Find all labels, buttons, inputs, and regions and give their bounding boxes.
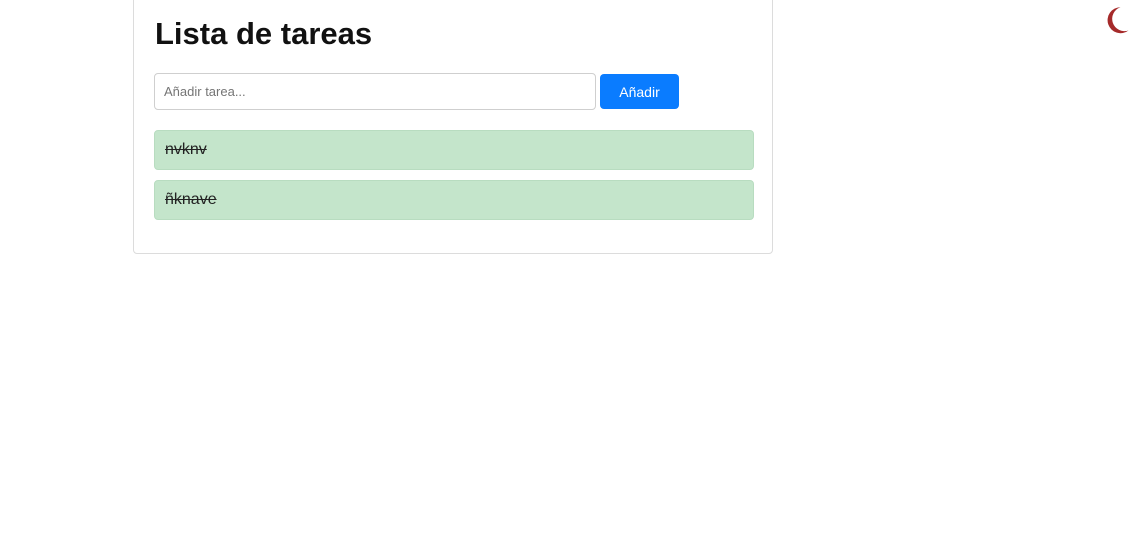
todo-card: Lista de tareas Añadir nvknv ñknave (133, 0, 773, 254)
page-title: Lista de tareas (155, 16, 373, 51)
task-input[interactable] (154, 73, 596, 110)
task-text: ñknave (165, 191, 217, 208)
task-text: nvknv (165, 141, 207, 158)
add-button[interactable]: Añadir (600, 74, 679, 109)
task-item[interactable]: nvknv (154, 130, 754, 170)
theme-toggle-button[interactable] (1101, 4, 1131, 36)
task-list: nvknv ñknave (154, 130, 754, 230)
task-item[interactable]: ñknave (154, 180, 754, 220)
moon-icon (1107, 7, 1129, 34)
add-task-form: Añadir (154, 73, 679, 110)
